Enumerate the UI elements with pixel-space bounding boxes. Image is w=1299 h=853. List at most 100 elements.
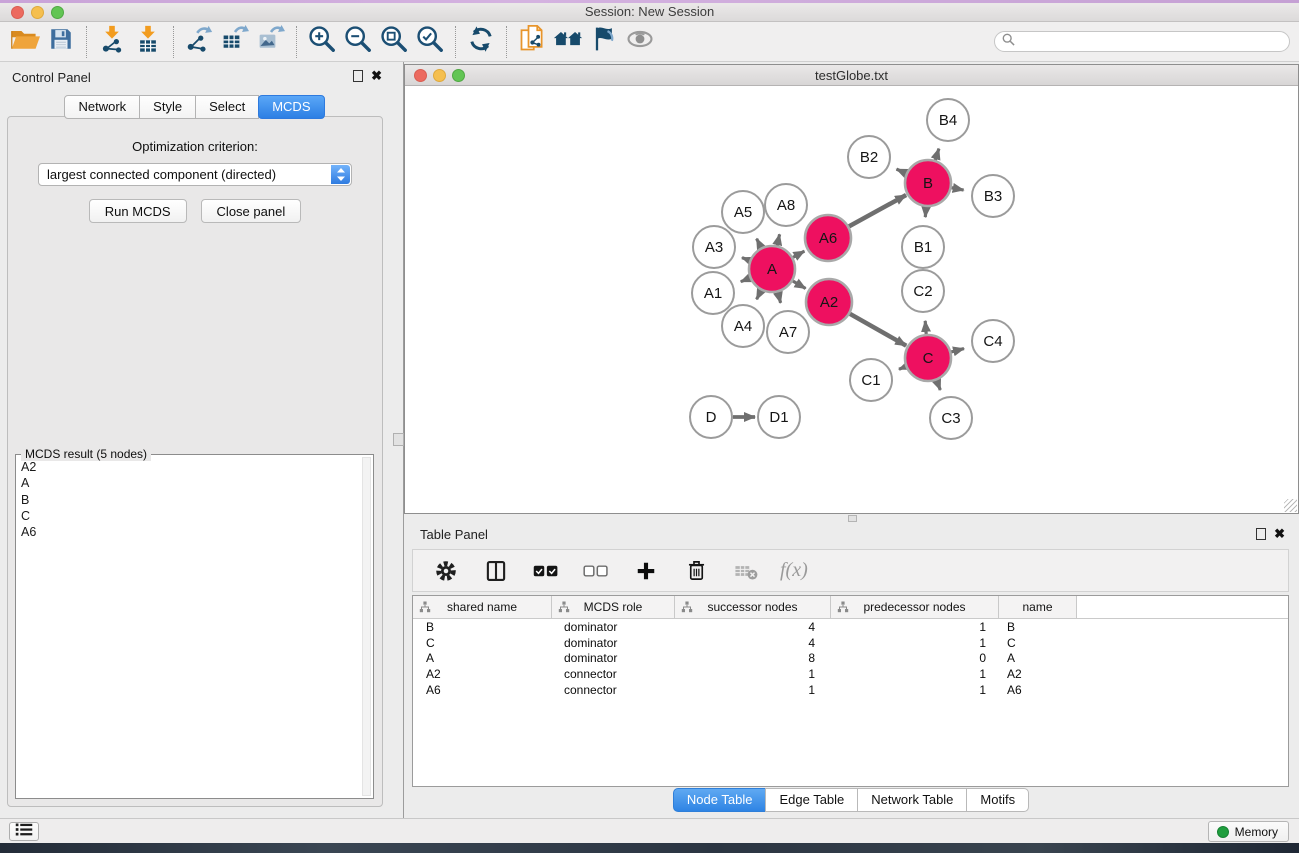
graph-node-B4[interactable]: B4 <box>927 99 969 141</box>
network-window-titlebar[interactable]: testGlobe.txt <box>405 65 1298 86</box>
graph-node-D[interactable]: D <box>690 396 732 438</box>
column-header-shared-name[interactable]: shared name <box>413 596 552 618</box>
float-table-panel-icon[interactable] <box>1256 528 1266 540</box>
import-table-button[interactable] <box>130 24 166 60</box>
table-cell[interactable]: A2 <box>413 667 552 681</box>
window-resize-grip[interactable] <box>1284 499 1297 512</box>
tab-select[interactable]: Select <box>195 95 259 119</box>
graph-node-D1[interactable]: D1 <box>758 396 800 438</box>
deselect-all-button[interactable] <box>578 553 614 589</box>
edge-A-A1[interactable] <box>741 278 750 282</box>
network-from-selection-button[interactable] <box>514 24 550 60</box>
graph-node-A4[interactable]: A4 <box>722 305 764 347</box>
graph-node-B[interactable]: B <box>905 160 951 206</box>
task-history-button[interactable] <box>9 822 39 841</box>
delete-column-button[interactable] <box>678 553 714 589</box>
edge-C-C3[interactable] <box>937 380 941 390</box>
save-session-button[interactable] <box>43 24 79 60</box>
table-cell[interactable]: 4 <box>675 636 831 650</box>
panel-divider-grip[interactable] <box>393 433 404 446</box>
table-cell[interactable]: connector <box>552 667 675 681</box>
table-cell[interactable]: A6 <box>413 683 552 697</box>
zoom-selected-button[interactable] <box>412 24 448 60</box>
zoom-out-button[interactable] <box>340 24 376 60</box>
table-cell[interactable]: 1 <box>831 667 999 681</box>
result-item[interactable]: C <box>21 508 359 524</box>
criterion-dropdown[interactable]: largest connected component (directed) <box>38 163 352 186</box>
column-header-MCDS-role[interactable]: MCDS role <box>552 596 675 618</box>
table-cell[interactable]: 1 <box>831 620 999 634</box>
graph-node-C[interactable]: C <box>905 335 951 381</box>
close-table-panel-icon[interactable]: ✖ <box>1274 528 1285 540</box>
table-cell[interactable]: 1 <box>831 683 999 697</box>
tab-network[interactable]: Network <box>64 95 140 119</box>
table-cell[interactable]: C <box>999 636 1077 650</box>
select-all-button[interactable] <box>528 553 564 589</box>
close-panel-button[interactable]: Close panel <box>201 199 302 223</box>
graph-node-B2[interactable]: B2 <box>848 136 890 178</box>
edge-A-A2[interactable] <box>793 281 806 289</box>
show-hide-panel-button[interactable] <box>622 24 658 60</box>
graph-node-A6[interactable]: A6 <box>805 215 851 261</box>
graph-node-A5[interactable]: A5 <box>722 191 764 233</box>
table-cell[interactable]: 1 <box>831 636 999 650</box>
edge-A2-C[interactable] <box>850 314 906 346</box>
float-panel-icon[interactable] <box>353 70 363 82</box>
edge-A-A6[interactable] <box>793 251 804 257</box>
function-builder-button[interactable]: f(x) <box>778 559 808 582</box>
result-item[interactable]: A <box>21 475 359 491</box>
graph-node-C4[interactable]: C4 <box>972 320 1014 362</box>
table-cell[interactable]: connector <box>552 683 675 697</box>
graph-node-A1[interactable]: A1 <box>692 272 734 314</box>
tab-style[interactable]: Style <box>139 95 196 119</box>
memory-button[interactable]: Memory <box>1208 821 1289 842</box>
table-cell[interactable]: A2 <box>999 667 1077 681</box>
edge-C-C2[interactable] <box>925 321 926 334</box>
first-neighbors-button[interactable] <box>550 24 586 60</box>
graph-node-A3[interactable]: A3 <box>693 226 735 268</box>
add-column-button[interactable] <box>628 553 664 589</box>
tab-motifs[interactable]: Motifs <box>966 788 1029 812</box>
export-image-button[interactable] <box>253 24 289 60</box>
result-item[interactable]: A2 <box>21 459 359 475</box>
edge-A-A3[interactable] <box>742 258 750 261</box>
table-row[interactable]: A2connector11A2 <box>413 666 1288 682</box>
table-cell[interactable]: dominator <box>552 620 675 634</box>
network-canvas[interactable]: B4B2BB3A8A5A6A3B1AC2A1A2A4A7C4CC1DC3D1 <box>405 86 1298 513</box>
delete-table-button[interactable] <box>728 553 764 589</box>
import-network-button[interactable] <box>94 24 130 60</box>
table-cell[interactable]: A6 <box>999 683 1077 697</box>
table-cell[interactable]: 1 <box>675 667 831 681</box>
edge-A-A7[interactable] <box>778 292 781 303</box>
edge-A-A8[interactable] <box>777 234 780 245</box>
zoom-in-button[interactable] <box>304 24 340 60</box>
table-cell[interactable]: 1 <box>675 683 831 697</box>
table-cell[interactable]: A <box>413 651 552 665</box>
tab-edge-table[interactable]: Edge Table <box>765 788 858 812</box>
graph-node-B1[interactable]: B1 <box>902 226 944 268</box>
table-cell[interactable]: 4 <box>675 620 831 634</box>
search-input[interactable] <box>1019 33 1289 50</box>
edge-A6-B[interactable] <box>849 195 906 226</box>
graph-node-B3[interactable]: B3 <box>972 175 1014 217</box>
table-row[interactable]: Bdominator41B <box>413 619 1288 635</box>
graph-node-A[interactable]: A <box>749 246 795 292</box>
show-columns-button[interactable] <box>478 553 514 589</box>
table-cell[interactable]: A <box>999 651 1077 665</box>
graph-node-C3[interactable]: C3 <box>930 397 972 439</box>
table-cell[interactable]: B <box>999 620 1077 634</box>
graph-node-A2[interactable]: A2 <box>806 279 852 325</box>
run-mcds-button[interactable]: Run MCDS <box>89 199 187 223</box>
close-panel-icon[interactable]: ✖ <box>371 70 382 82</box>
edge-A-A4[interactable] <box>757 290 762 299</box>
column-header-successor-nodes[interactable]: successor nodes <box>675 596 831 618</box>
column-header-name[interactable]: name <box>999 596 1077 618</box>
table-cell[interactable]: dominator <box>552 651 675 665</box>
apply-layout-button[interactable] <box>463 24 499 60</box>
table-row[interactable]: Adominator80A <box>413 651 1288 667</box>
tab-mcds[interactable]: MCDS <box>258 95 324 119</box>
edge-A-A5[interactable] <box>757 239 762 248</box>
edge-C-C4[interactable] <box>951 349 964 352</box>
tab-network-table[interactable]: Network Table <box>857 788 967 812</box>
tab-node-table[interactable]: Node Table <box>673 788 767 812</box>
